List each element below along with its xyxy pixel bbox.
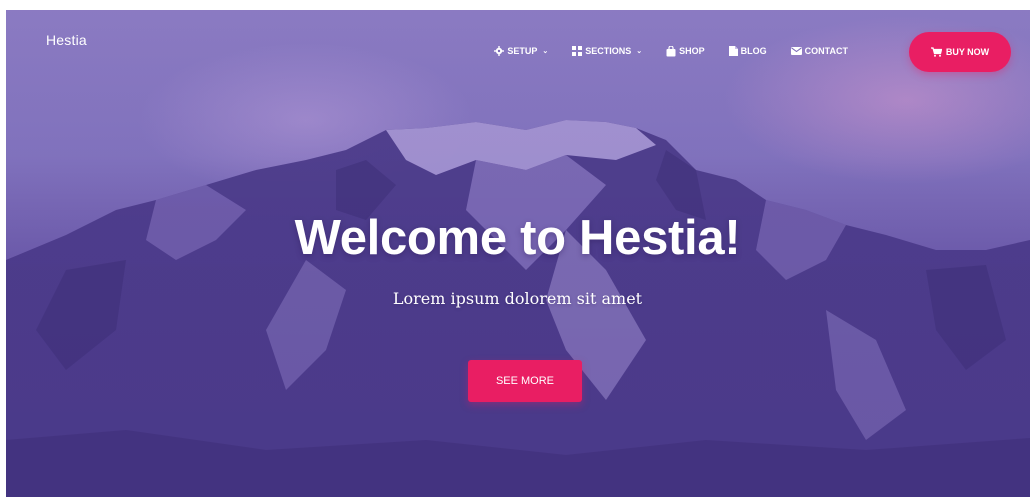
grid-icon [572, 46, 583, 56]
hero-subtitle: Lorem ipsum dolorem sit amet [392, 289, 643, 308]
cart-icon [930, 47, 942, 57]
nav-label: SHOP [679, 46, 705, 56]
nav-item-contact[interactable]: CONTACT [790, 46, 848, 56]
nav-label: CONTACT [804, 46, 848, 56]
bag-icon [666, 45, 676, 56]
nav-label: SECTIONS [585, 46, 632, 56]
main-navigation: SETUP ⌄ SECTIONS ⌄ SHOP BLOG CONTACT [470, 36, 848, 66]
nav-item-shop[interactable]: SHOP [666, 45, 705, 57]
brand-logo[interactable]: Hestia [46, 32, 87, 48]
buy-now-button[interactable]: BUY NOW [909, 32, 1011, 72]
buy-now-label: BUY NOW [945, 47, 990, 57]
nav-item-sections[interactable]: SECTIONS ⌄ [572, 46, 642, 56]
document-icon [728, 46, 738, 56]
chevron-down-icon: ⌄ [542, 48, 549, 55]
chevron-down-icon: ⌄ [636, 48, 643, 55]
nav-item-setup[interactable]: SETUP ⌄ [494, 46, 548, 56]
envelope-icon [790, 47, 802, 55]
nav-label: SETUP [507, 46, 538, 56]
nav-label: BLOG [740, 46, 767, 56]
hero-title: Welcome to Hestia! [294, 211, 741, 265]
gear-icon [494, 46, 505, 56]
see-more-button[interactable]: SEE MORE [468, 360, 582, 402]
nav-item-blog[interactable]: BLOG [728, 46, 767, 56]
